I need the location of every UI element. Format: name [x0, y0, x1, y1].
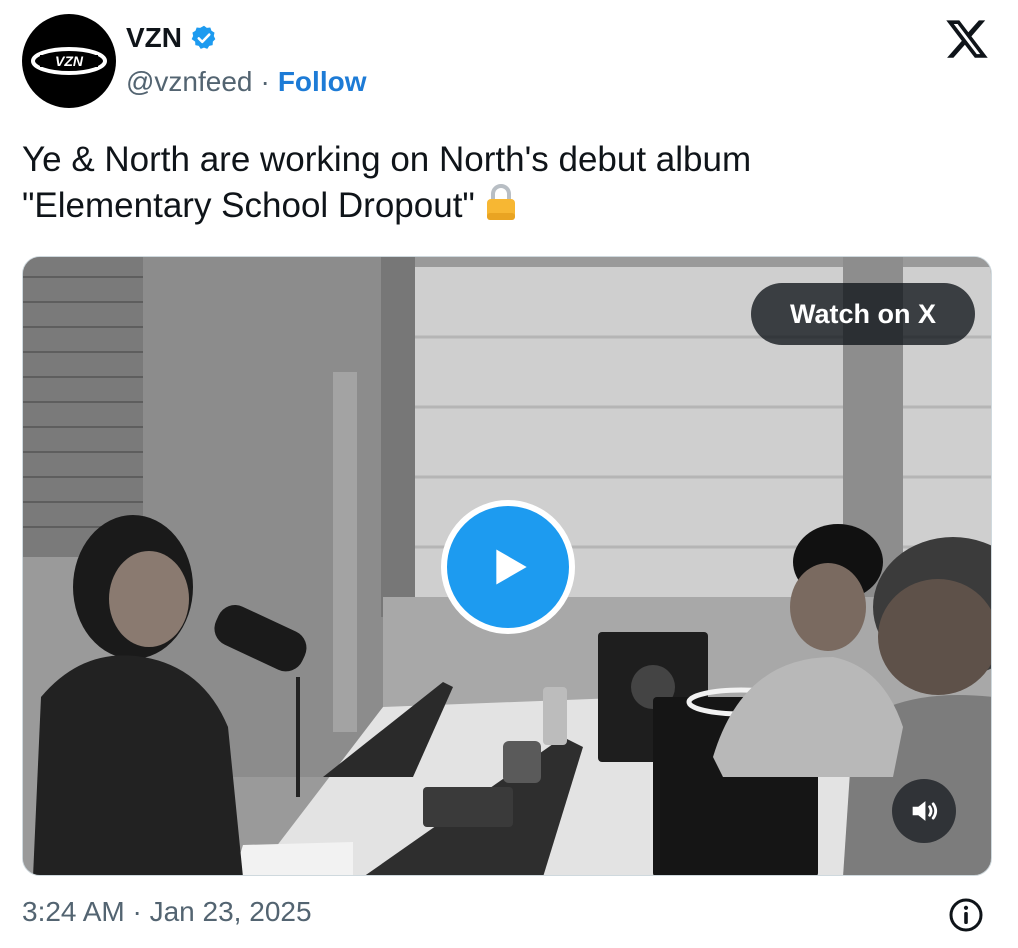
tweet-text-line2: "Elementary School Dropout": [22, 186, 475, 225]
tweet-timestamp[interactable]: 3:24 AM · Jan 23, 2025: [22, 896, 312, 928]
speaker-icon: [912, 801, 938, 821]
tweet-text: Ye & North are working on North's debut …: [22, 137, 982, 229]
tweet-text-line1: Ye & North are working on North's debut …: [22, 140, 752, 179]
x-logo-icon[interactable]: [944, 16, 990, 62]
follow-button[interactable]: Follow: [278, 66, 367, 98]
info-icon[interactable]: [948, 897, 984, 933]
lock-icon: [486, 184, 515, 220]
handle-row: @vznfeed · Follow: [126, 66, 366, 98]
author-name[interactable]: VZN: [126, 22, 182, 54]
author-avatar[interactable]: VZN: [22, 14, 116, 108]
author-handle[interactable]: @vznfeed: [126, 66, 253, 98]
avatar-text: VZN: [55, 53, 84, 69]
tweet-card: VZN VZN @vznfeed · Follow Ye & North are…: [0, 0, 1018, 948]
handle-separator: ·: [260, 66, 270, 97]
play-button[interactable]: [441, 500, 575, 634]
sound-button[interactable]: [892, 779, 956, 843]
video-player[interactable]: Watch on X: [22, 256, 992, 876]
author-name-row: VZN: [126, 22, 218, 54]
watch-on-x-button[interactable]: Watch on X: [751, 283, 975, 345]
tweet-text-line2-row: "Elementary School Dropout": [22, 183, 982, 229]
verified-badge-icon: [191, 25, 216, 49]
vzn-logo-icon: VZN: [31, 47, 107, 75]
play-icon: [496, 549, 527, 585]
